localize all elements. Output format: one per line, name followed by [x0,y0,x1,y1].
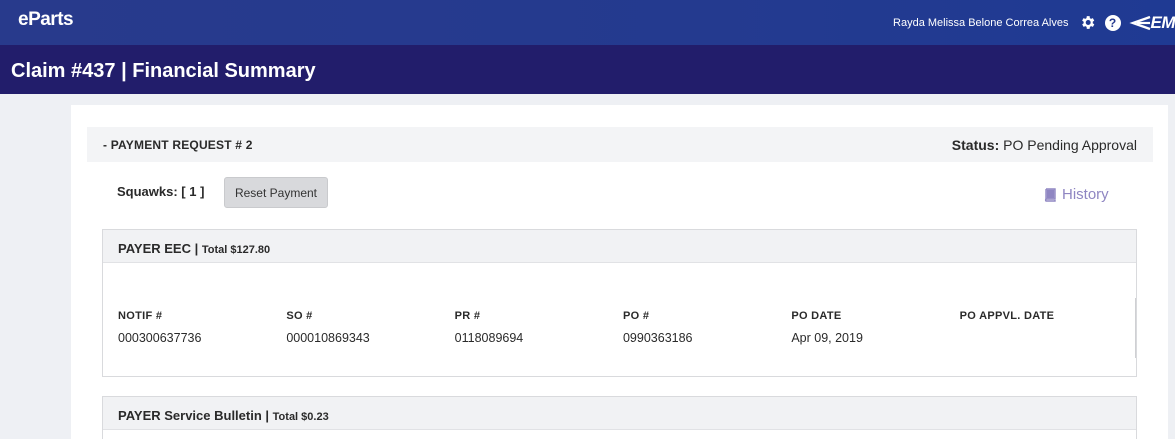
brand-logo: EM [1128,12,1175,33]
field-label: PO DATE [791,310,842,322]
status-value: PO Pending Approval [1003,137,1137,153]
field-label: NOTIF # [118,310,163,322]
reset-payment-button[interactable]: Reset Payment [224,177,328,208]
payer-total: Total $0.23 [272,411,329,423]
history-label[interactable]: History [1062,186,1109,203]
field-label: SO # [286,310,313,322]
brand-text: EM [1150,12,1175,32]
financial-summary-card: - PAYMENT REQUEST # 2 Status: PO Pending… [71,105,1168,439]
field-value: 0118089694 [454,331,524,345]
payer-header[interactable]: PAYER Service Bulletin | Total $0.23 [103,397,1136,430]
payer-title: PAYER EEC | Total $127.80 [118,241,271,256]
payer-fields: NOTIF # 000300637736 SO # 000010869343 P… [118,310,1128,345]
so-field: SO # 000010869343 [286,310,454,345]
field-value: 000010869343 [286,331,370,345]
payer-panel-eec: PAYER EEC | Total $127.80 NOTIF # 000300… [102,229,1137,377]
payment-request-title[interactable]: - PAYMENT REQUEST # 2 [103,138,253,152]
payer-name: PAYER Service Bulletin [118,408,262,423]
pr-field: PR # 0118089694 [455,310,623,345]
payer-title: PAYER Service Bulletin | Total $0.23 [118,408,329,423]
status-label: Status: [951,137,1000,153]
field-label: PO APPVL. DATE [959,310,1055,322]
payer-panel-service-bulletin: PAYER Service Bulletin | Total $0.23 [102,396,1137,439]
app-logo[interactable]: eParts [18,9,74,31]
page-title-bar: Claim #437 | Financial Summary [0,45,1175,94]
squawks-count: Squawks: [ 1 ] [117,184,205,199]
history-link[interactable]: History [1043,186,1109,203]
question-circle-icon[interactable]: ? [1104,14,1122,32]
payer-header[interactable]: PAYER EEC | Total $127.80 [103,230,1136,263]
payment-status: Status: PO Pending Approval [952,137,1137,153]
navbar-right: Rayda Melissa Belone Correa Alves ? EM [893,0,1175,45]
po-approval-date-field: PO APPVL. DATE [960,310,1128,345]
user-name[interactable]: Rayda Melissa Belone Correa Alves [893,17,1068,29]
field-label: PR # [454,310,481,322]
payer-total: Total $127.80 [201,244,271,256]
field-value: Apr 09, 2019 [791,331,863,345]
payment-request-header[interactable]: - PAYMENT REQUEST # 2 Status: PO Pending… [87,127,1153,162]
top-navbar: eParts Rayda Melissa Belone Correa Alves… [0,0,1175,45]
field-value: 000300637736 [118,331,202,345]
brand-arrow-icon [1128,15,1150,30]
notif-field: NOTIF # 000300637736 [118,310,286,345]
po-date-field: PO DATE Apr 09, 2019 [791,310,959,345]
gear-icon[interactable] [1079,14,1097,32]
field-value: 0990363186 [622,331,693,345]
payer-name: PAYER EEC [118,241,191,256]
po-field: PO # 0990363186 [623,310,791,345]
page-title: Claim #437 | Financial Summary [11,60,316,82]
field-label: PO # [622,310,650,322]
panel-scroll-divider [1135,298,1136,358]
book-icon [1044,187,1056,202]
